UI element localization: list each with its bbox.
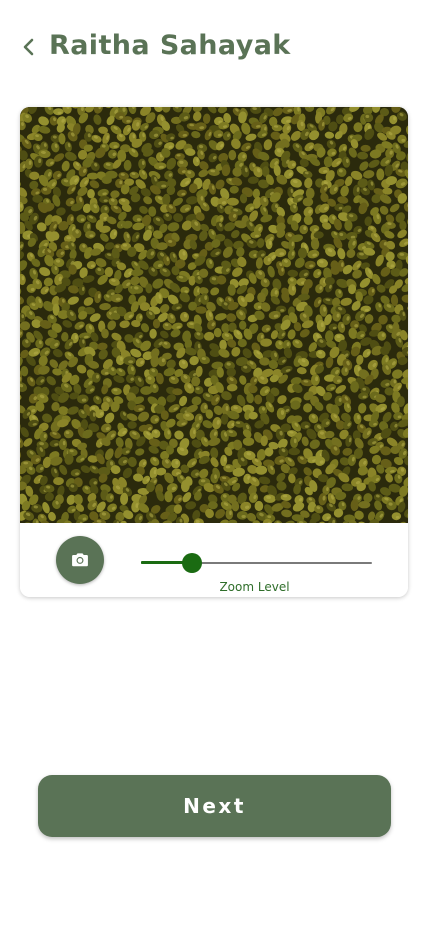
camera-icon: [72, 553, 88, 567]
camera-preview: [20, 107, 408, 523]
zoom-slider-thumb[interactable]: [182, 553, 202, 573]
next-button-label: Next: [183, 794, 246, 818]
chevron-left-icon: [23, 38, 34, 56]
next-button[interactable]: Next: [38, 775, 391, 837]
app-screen: Raitha Sahayak Zoom Level Next: [0, 0, 428, 926]
camera-card: Zoom Level: [20, 107, 408, 597]
app-header: Raitha Sahayak: [0, 24, 428, 70]
back-button[interactable]: [14, 32, 44, 62]
capture-button[interactable]: [56, 536, 104, 584]
camera-controls: Zoom Level: [20, 523, 408, 597]
page-title: Raitha Sahayak: [49, 30, 291, 61]
seed-texture-image: [20, 107, 408, 523]
zoom-slider[interactable]: [141, 553, 372, 573]
zoom-level-label: Zoom Level: [219, 580, 290, 594]
